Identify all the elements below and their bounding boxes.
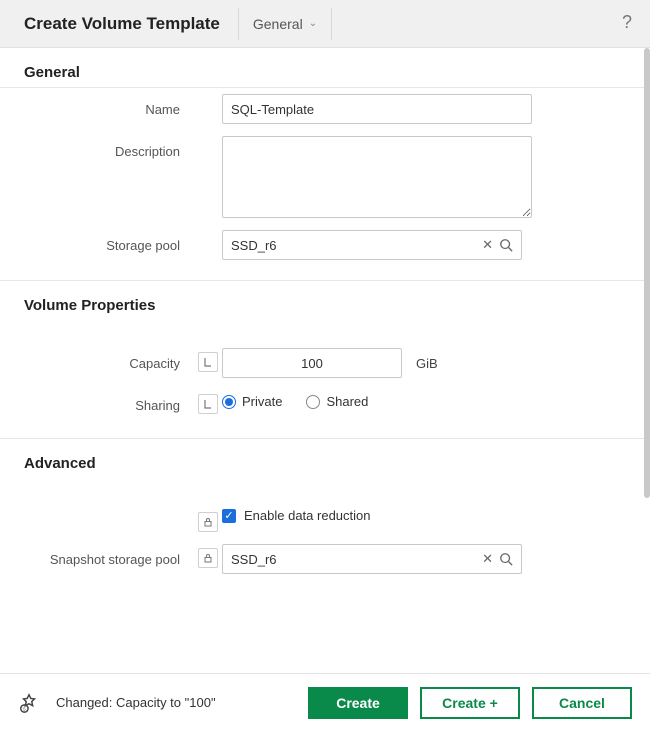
create-button[interactable]: Create — [308, 687, 408, 719]
sharing-private-radio[interactable]: Private — [222, 394, 282, 409]
search-icon[interactable] — [499, 238, 513, 252]
capacity-field[interactable] — [222, 348, 402, 378]
storage-pool-label: Storage pool — [24, 230, 194, 253]
capacity-label: Capacity — [24, 348, 194, 371]
sharing-label: Sharing — [24, 390, 194, 413]
footer-status: Changed: Capacity to "100" — [56, 695, 216, 710]
sharing-shared-radio[interactable]: Shared — [306, 394, 368, 409]
dialog-header: Create Volume Template General ⌄ ? — [0, 0, 650, 48]
lock-icon[interactable] — [198, 512, 218, 532]
help-icon[interactable]: ? — [622, 12, 632, 33]
changes-icon: 5 — [18, 692, 40, 714]
sharing-shared-label: Shared — [326, 394, 368, 409]
icon-spacer — [194, 136, 222, 140]
snapshot-pool-label: Snapshot storage pool — [24, 544, 194, 567]
section-dropdown-label: General — [253, 16, 303, 32]
section-dropdown[interactable]: General ⌄ — [239, 8, 332, 40]
dialog-footer: 5 Changed: Capacity to "100" Create Crea… — [0, 673, 650, 731]
section-volume-props-title: Volume Properties — [0, 281, 650, 320]
snapshot-pool-value: SSD_r6 — [231, 552, 482, 567]
name-field[interactable] — [222, 94, 532, 124]
sharing-radio-group: Private Shared — [222, 390, 368, 409]
scrollbar-thumb[interactable] — [644, 48, 650, 498]
create-volume-template-dialog: Create Volume Template General ⌄ ? Gener… — [0, 0, 650, 731]
template-field-icon[interactable] — [198, 394, 218, 414]
radio-icon — [306, 395, 320, 409]
icon-spacer — [194, 230, 222, 234]
data-reduction-label[interactable]: Enable data reduction — [244, 508, 370, 523]
empty-label — [24, 508, 194, 516]
description-label: Description — [24, 136, 194, 159]
storage-pool-value: SSD_r6 — [231, 238, 482, 253]
name-label: Name — [24, 94, 194, 117]
snapshot-pool-combo[interactable]: SSD_r6 ✕ — [222, 544, 522, 574]
row-data-reduction: ✓ Enable data reduction — [0, 502, 650, 538]
row-name: Name — [0, 88, 650, 130]
description-field[interactable] — [222, 136, 532, 218]
clear-icon[interactable]: ✕ — [482, 237, 493, 253]
row-storage-pool: Storage pool SSD_r6 ✕ — [0, 224, 650, 266]
svg-text:5: 5 — [23, 706, 26, 711]
section-general-title: General — [0, 48, 650, 87]
clear-icon[interactable]: ✕ — [482, 551, 493, 567]
row-capacity: Capacity GiB — [0, 342, 650, 384]
template-field-icon[interactable] — [198, 352, 218, 372]
capacity-unit: GiB — [416, 356, 438, 371]
chevron-down-icon: ⌄ — [309, 18, 317, 29]
dialog-body: General Name Description Storage pool SS… — [0, 48, 650, 673]
icon-spacer — [194, 94, 222, 98]
data-reduction-checkbox[interactable]: ✓ — [222, 509, 236, 523]
cancel-button[interactable]: Cancel — [532, 687, 632, 719]
section-advanced-title: Advanced — [0, 439, 650, 478]
radio-icon — [222, 395, 236, 409]
lock-icon[interactable] — [198, 548, 218, 568]
storage-pool-combo[interactable]: SSD_r6 ✕ — [222, 230, 522, 260]
search-icon[interactable] — [499, 552, 513, 566]
dialog-title: Create Volume Template — [24, 8, 239, 40]
row-description: Description — [0, 130, 650, 224]
create-plus-button[interactable]: Create + — [420, 687, 520, 719]
row-snapshot-pool: Snapshot storage pool SSD_r6 ✕ — [0, 538, 650, 580]
row-sharing: Sharing Private Shared — [0, 384, 650, 420]
sharing-private-label: Private — [242, 394, 282, 409]
